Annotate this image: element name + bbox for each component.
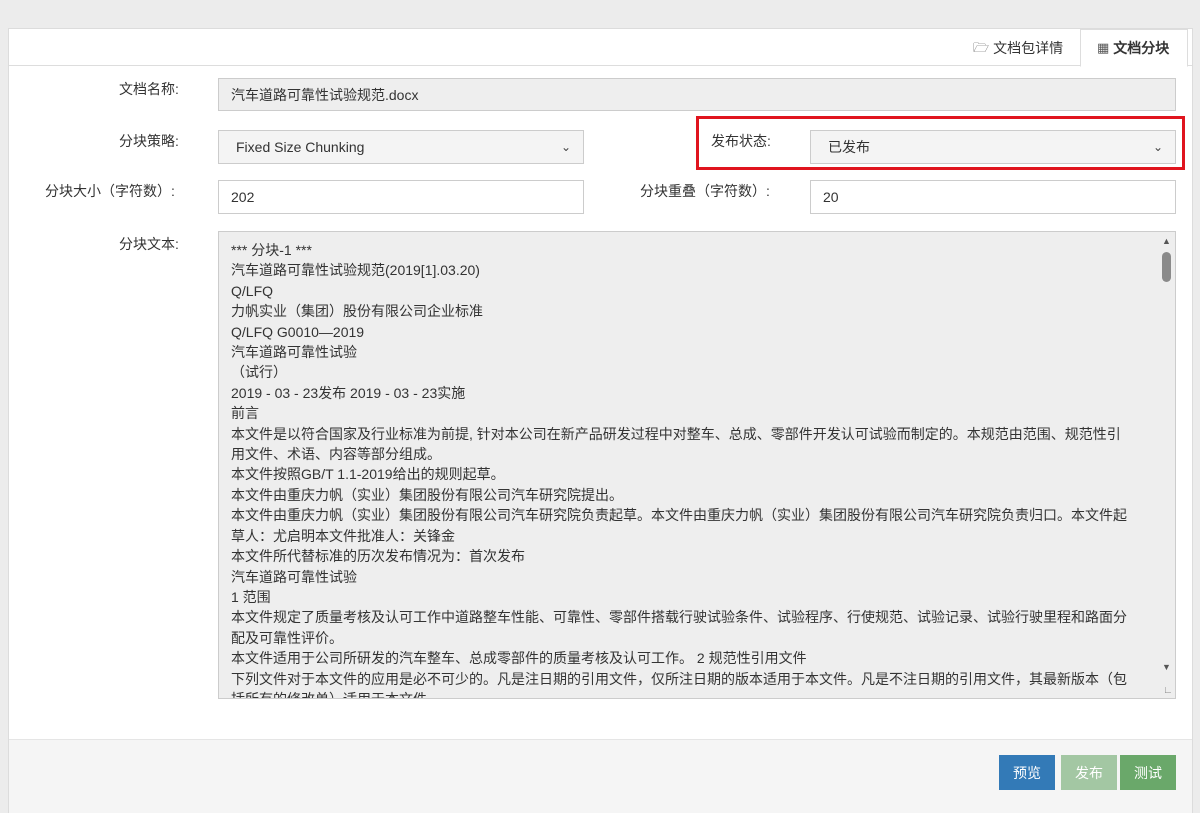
tab-document-chunking[interactable]: ▦ 文档分块 — [1080, 29, 1188, 67]
chunk-overlap-value: 20 — [823, 189, 839, 205]
chevron-down-icon: ⌄ — [1152, 140, 1163, 154]
publish-button[interactable]: 发布 — [1061, 755, 1117, 790]
chevron-down-icon: ⌄ — [560, 140, 571, 154]
chunk-text-line: 汽车道路可靠性试验规范(2019[1].03.20) — [231, 262, 480, 279]
chunk-text-line: 本文件适用于公司所研发的汽车整车、总成零部件的质量考核及认可工作。 2 规范性引… — [231, 650, 807, 667]
chunk-text-label: 分块文本: — [119, 236, 179, 252]
chunk-text-line: Q/LFQ — [231, 282, 274, 299]
chunk-text-line: （试行） — [231, 364, 287, 381]
folder-open-icon: 🗁 — [973, 39, 990, 55]
chunk-text-line: 本文件所代替标准的历次发布情况为：首次发布 — [231, 548, 525, 565]
chunk-text-line: 1 范围 — [231, 588, 271, 605]
test-button[interactable]: 测试 — [1120, 755, 1176, 790]
resize-grip-icon[interactable]: ∟ — [1163, 686, 1173, 696]
scrollbar-thumb[interactable] — [1162, 252, 1171, 282]
chunk-text-line: 配及可靠性评价。 — [231, 629, 343, 646]
chunk-size-value: 202 — [231, 189, 255, 205]
chunk-text-line: 本文件是以符合国家及行业标准为前提, 针对本公司在新产品研发过程中对整车、总成、… — [231, 425, 1121, 442]
footer-bar: 预览 发布 测试 — [9, 739, 1192, 813]
strategy-select[interactable]: Fixed Size Chunking ⌄ — [218, 130, 584, 164]
chunk-panel: 🗁 文档包详情 ▦ 文档分块 文档名称: 汽车道路可靠性试验规范.docx 分块… — [8, 28, 1193, 813]
status-select[interactable]: 已发布 ⌄ — [810, 130, 1176, 164]
tab-document-chunking-label: 文档分块 — [1113, 40, 1170, 56]
preview-button[interactable]: 预览 — [999, 755, 1055, 790]
chunk-text-line: 前言 — [231, 405, 259, 422]
tab-package-details-label: 文档包详情 — [993, 39, 1064, 56]
chunk-text-line: 力帆实业（集团）股份有限公司企业标准 — [231, 303, 483, 320]
scroll-up-icon[interactable]: ▲ — [1158, 234, 1175, 248]
tab-bar: 🗁 文档包详情 ▦ 文档分块 — [9, 29, 1192, 67]
doc-name-field: 汽车道路可靠性试验规范.docx — [218, 78, 1176, 111]
chunk-text-line: 下列文件对于本文件的应用是必不可少的。凡是注日期的引用文件，仅所注日期的版本适用… — [231, 670, 1127, 687]
chunk-text-line: Q/LFQ G0010—2019 — [231, 323, 365, 340]
chunk-text-line: 汽车道路可靠性试验 — [231, 568, 357, 585]
chunk-size-input[interactable]: 202 — [218, 180, 584, 214]
doc-name-label: 文档名称: — [119, 81, 179, 97]
chunk-text-line: 本文件规定了质量考核及认可工作中道路整车性能、可靠性、零部件搭载行驶试验条件、试… — [231, 609, 1127, 626]
chunk-text-line: 本文件按照GB/T 1.1-2019给出的规则起草。 — [231, 466, 505, 483]
chunk-text-content: *** 分块-1 *** 汽车道路可靠性试验规范(2019[1].03.20) Q/… — [231, 240, 1149, 699]
chunk-text-line: 汽车道路可靠性试验 — [231, 344, 357, 361]
doc-name-value: 汽车道路可靠性试验规范.docx — [231, 86, 419, 103]
chunk-text-line: *** 分块-1 *** — [231, 242, 312, 258]
status-value: 已发布 — [828, 139, 870, 155]
status-label: 发布状态: — [711, 133, 771, 149]
scroll-down-icon[interactable]: ▼ — [1158, 660, 1175, 674]
chunk-text-line: 2019 - 03 - 23发布 2019 - 03 - 23实施 — [231, 384, 466, 401]
strategy-value: Fixed Size Chunking — [236, 139, 365, 155]
chunk-text-line: 用文件、术语、内容等部分组成。 — [231, 446, 441, 463]
chunk-text-line: 括所有的修改单）适用于本文件。 — [231, 690, 441, 699]
chunk-text-line: 本文件由重庆力帆（实业）集团股份有限公司汽车研究院提出。 — [231, 486, 623, 503]
chunk-size-label: 分块大小（字符数）: — [45, 183, 175, 199]
strategy-label: 分块策略: — [119, 133, 179, 149]
chunk-text-line: 本文件由重庆力帆（实业）集团股份有限公司汽车研究院负责起草。本文件由重庆力帆（实… — [231, 507, 1127, 524]
table-icon: ▦ — [1097, 40, 1110, 55]
chunk-text-line: 草人：尤启明本文件批准人：关锋金 — [231, 527, 455, 544]
tab-package-details[interactable]: 🗁 文档包详情 — [957, 29, 1081, 66]
chunk-overlap-input[interactable]: 20 — [810, 180, 1176, 214]
chunk-text-area[interactable]: *** 分块-1 *** 汽车道路可靠性试验规范(2019[1].03.20) Q/… — [218, 231, 1176, 699]
vertical-scrollbar[interactable]: ▲ ▼ — [1158, 232, 1175, 698]
chunk-overlap-label: 分块重叠（字符数）: — [640, 183, 770, 199]
